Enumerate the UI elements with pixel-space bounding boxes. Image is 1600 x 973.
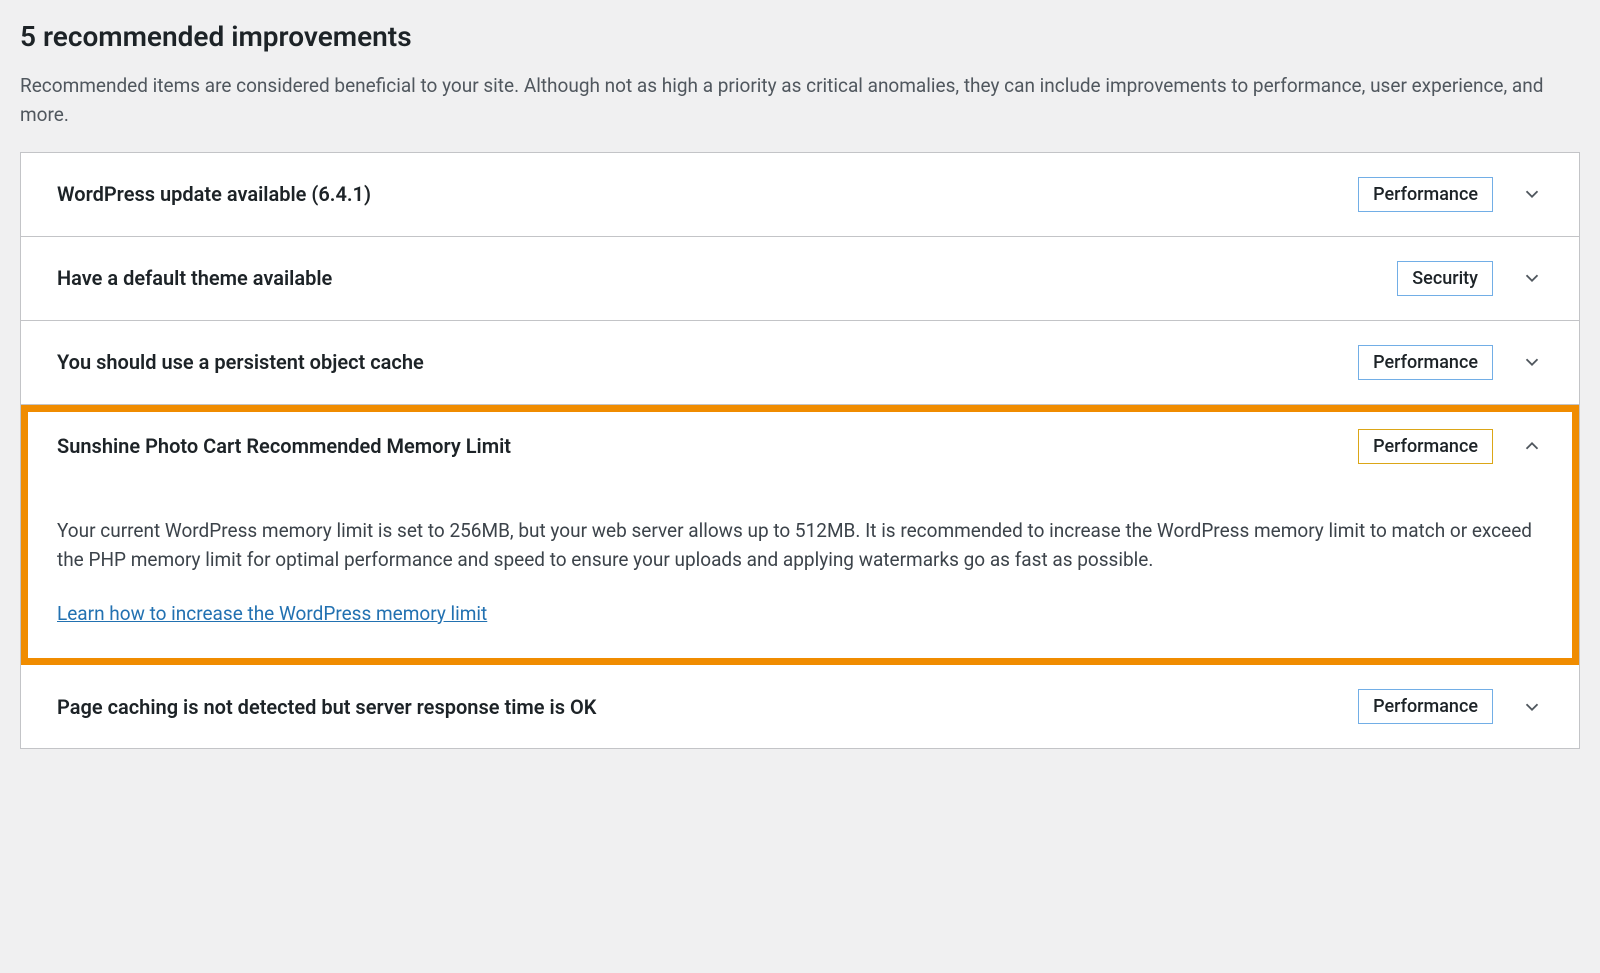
improvement-item-default-theme: Have a default theme available Security <box>21 237 1579 321</box>
status-badge-performance: Performance <box>1358 177 1493 212</box>
improvements-list: WordPress update available (6.4.1) Perfo… <box>20 152 1580 749</box>
improvement-title: Page caching is not detected but server … <box>57 695 1358 719</box>
improvement-meta: Performance <box>1358 345 1543 380</box>
improvement-toggle[interactable]: Have a default theme available Security <box>21 237 1579 320</box>
status-badge-security: Security <box>1397 261 1493 296</box>
improvement-toggle[interactable]: You should use a persistent object cache… <box>21 321 1579 404</box>
improvement-meta: Performance <box>1358 177 1543 212</box>
improvement-title: Have a default theme available <box>57 266 1397 290</box>
status-badge-performance: Performance <box>1358 345 1493 380</box>
chevron-down-icon <box>1521 351 1543 373</box>
improvement-description: Your current WordPress memory limit is s… <box>57 516 1543 575</box>
improvement-toggle[interactable]: WordPress update available (6.4.1) Perfo… <box>21 153 1579 236</box>
chevron-down-icon <box>1521 696 1543 718</box>
improvement-item-memory-limit: Sunshine Photo Cart Recommended Memory L… <box>21 405 1579 665</box>
chevron-up-icon <box>1521 435 1543 457</box>
page-title: 5 recommended improvements <box>20 20 1580 53</box>
improvement-toggle[interactable]: Page caching is not detected but server … <box>21 665 1579 748</box>
improvement-meta: Security <box>1397 261 1543 296</box>
improvement-item-object-cache: You should use a persistent object cache… <box>21 321 1579 405</box>
chevron-down-icon <box>1521 267 1543 289</box>
status-badge-performance: Performance <box>1358 429 1493 464</box>
improvement-meta: Performance <box>1358 689 1543 724</box>
improvement-item-page-caching: Page caching is not detected but server … <box>21 665 1579 748</box>
improvement-meta: Performance <box>1358 429 1543 464</box>
improvement-title: Sunshine Photo Cart Recommended Memory L… <box>57 434 1358 458</box>
improvement-toggle[interactable]: Sunshine Photo Cart Recommended Memory L… <box>21 405 1579 488</box>
chevron-down-icon <box>1521 183 1543 205</box>
improvement-title: WordPress update available (6.4.1) <box>57 182 1358 206</box>
page-description: Recommended items are considered benefic… <box>20 71 1549 130</box>
learn-more-link[interactable]: Learn how to increase the WordPress memo… <box>57 602 487 625</box>
status-badge-performance: Performance <box>1358 689 1493 724</box>
improvement-title: You should use a persistent object cache <box>57 350 1358 374</box>
improvement-item-wordpress-update: WordPress update available (6.4.1) Perfo… <box>21 153 1579 237</box>
improvement-body: Your current WordPress memory limit is s… <box>21 488 1579 664</box>
